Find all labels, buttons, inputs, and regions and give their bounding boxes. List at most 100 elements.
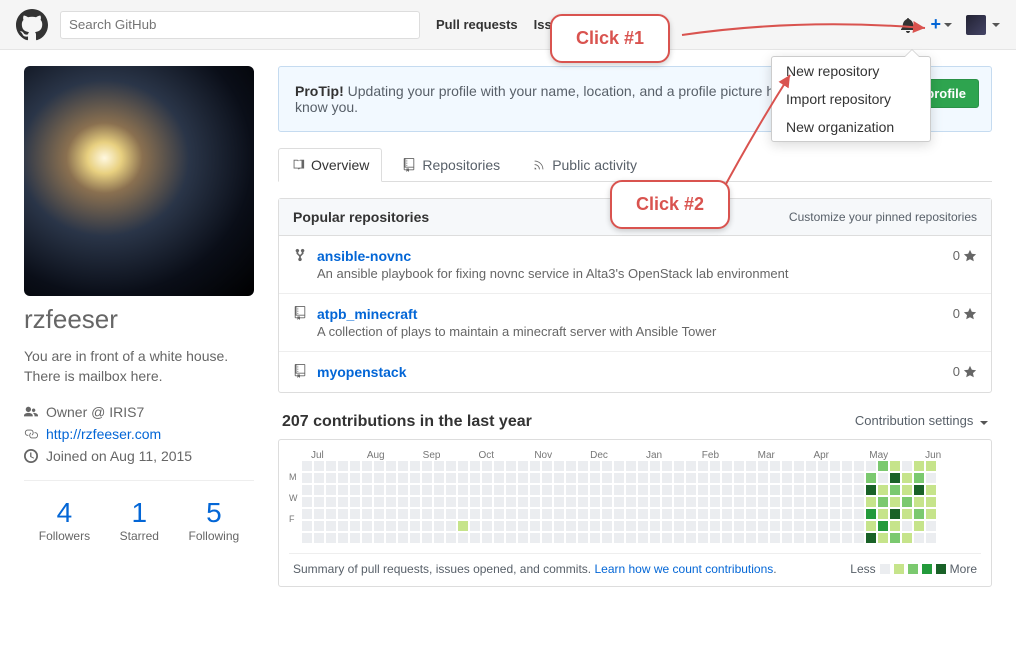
contribution-cell[interactable] <box>458 461 468 471</box>
contribution-cell[interactable] <box>326 485 336 495</box>
contribution-cell[interactable] <box>446 497 456 507</box>
contribution-cell[interactable] <box>554 521 564 531</box>
contribution-cell[interactable] <box>686 521 696 531</box>
contribution-cell[interactable] <box>878 485 888 495</box>
contribution-cell[interactable] <box>794 485 804 495</box>
contribution-cell[interactable] <box>506 509 516 519</box>
contribution-cell[interactable] <box>362 509 372 519</box>
contribution-cell[interactable] <box>746 509 756 519</box>
contribution-cell[interactable] <box>710 509 720 519</box>
tab-repositories[interactable]: Repositories <box>390 148 512 181</box>
contribution-cell[interactable] <box>446 509 456 519</box>
contribution-cell[interactable] <box>902 521 912 531</box>
contribution-cell[interactable] <box>614 509 624 519</box>
contribution-cell[interactable] <box>554 509 564 519</box>
contribution-cell[interactable] <box>374 533 384 543</box>
contribution-cell[interactable] <box>890 521 900 531</box>
contribution-cell[interactable] <box>878 473 888 483</box>
contribution-cell[interactable] <box>398 497 408 507</box>
contribution-cell[interactable] <box>878 533 888 543</box>
contribution-cell[interactable] <box>446 521 456 531</box>
contribution-cell[interactable] <box>806 533 816 543</box>
contribution-cell[interactable] <box>842 473 852 483</box>
contribution-cell[interactable] <box>422 497 432 507</box>
contribution-cell[interactable] <box>566 521 576 531</box>
contribution-cell[interactable] <box>650 485 660 495</box>
contribution-cell[interactable] <box>410 509 420 519</box>
contribution-cell[interactable] <box>926 509 936 519</box>
contribution-cell[interactable] <box>506 533 516 543</box>
contribution-cell[interactable] <box>530 521 540 531</box>
contribution-cell[interactable] <box>854 521 864 531</box>
repo-link[interactable]: ansible-novnc <box>317 248 411 264</box>
contribution-cell[interactable] <box>434 461 444 471</box>
contribution-cell[interactable] <box>638 521 648 531</box>
contribution-cell[interactable] <box>770 533 780 543</box>
contribution-cell[interactable] <box>686 485 696 495</box>
contribution-cell[interactable] <box>650 461 660 471</box>
contribution-cell[interactable] <box>782 473 792 483</box>
contribution-cell[interactable] <box>578 485 588 495</box>
contribution-cell[interactable] <box>518 485 528 495</box>
contribution-cell[interactable] <box>590 473 600 483</box>
contribution-cell[interactable] <box>746 521 756 531</box>
contribution-cell[interactable] <box>470 485 480 495</box>
contribution-cell[interactable] <box>482 521 492 531</box>
contribution-settings-link[interactable]: Contribution settings <box>855 413 988 431</box>
user-menu-button[interactable] <box>966 15 1000 35</box>
contribution-cell[interactable] <box>410 461 420 471</box>
contribution-cell[interactable] <box>770 509 780 519</box>
contribution-cell[interactable] <box>818 497 828 507</box>
contribution-cell[interactable] <box>926 485 936 495</box>
contribution-cell[interactable] <box>542 485 552 495</box>
contribution-cell[interactable] <box>902 485 912 495</box>
contribution-cell[interactable] <box>818 485 828 495</box>
contribution-cell[interactable] <box>602 533 612 543</box>
contribution-cell[interactable] <box>326 521 336 531</box>
contribution-cell[interactable] <box>818 473 828 483</box>
contribution-cell[interactable] <box>482 473 492 483</box>
contribution-cell[interactable] <box>554 461 564 471</box>
contribution-cell[interactable] <box>326 497 336 507</box>
contribution-cell[interactable] <box>458 509 468 519</box>
contribution-cell[interactable] <box>362 533 372 543</box>
learn-contributions-link[interactable]: Learn how we count contributions <box>594 562 773 576</box>
contribution-cell[interactable] <box>482 509 492 519</box>
contribution-cell[interactable] <box>794 521 804 531</box>
contribution-cell[interactable] <box>458 533 468 543</box>
contribution-cell[interactable] <box>302 473 312 483</box>
contribution-cell[interactable] <box>302 533 312 543</box>
contribution-cell[interactable] <box>578 497 588 507</box>
contribution-cell[interactable] <box>386 533 396 543</box>
contribution-cell[interactable] <box>362 521 372 531</box>
tab-public-activity[interactable]: Public activity <box>520 148 649 181</box>
contribution-cell[interactable] <box>698 533 708 543</box>
contribution-cell[interactable] <box>818 461 828 471</box>
contribution-cell[interactable] <box>302 509 312 519</box>
contribution-cell[interactable] <box>350 497 360 507</box>
contribution-cell[interactable] <box>590 485 600 495</box>
contribution-cell[interactable] <box>626 509 636 519</box>
contribution-cell[interactable] <box>338 461 348 471</box>
contribution-cell[interactable] <box>770 461 780 471</box>
contribution-cell[interactable] <box>614 533 624 543</box>
contribution-cell[interactable] <box>926 521 936 531</box>
contribution-cell[interactable] <box>806 473 816 483</box>
contribution-cell[interactable] <box>854 509 864 519</box>
contribution-cell[interactable] <box>518 461 528 471</box>
contribution-cell[interactable] <box>842 497 852 507</box>
contribution-cell[interactable] <box>314 533 324 543</box>
contribution-cell[interactable] <box>350 509 360 519</box>
contribution-cell[interactable] <box>674 485 684 495</box>
contribution-cell[interactable] <box>638 533 648 543</box>
contribution-cell[interactable] <box>722 497 732 507</box>
contribution-cell[interactable] <box>422 461 432 471</box>
contribution-cell[interactable] <box>830 485 840 495</box>
contribution-cell[interactable] <box>818 521 828 531</box>
contribution-cell[interactable] <box>698 485 708 495</box>
contribution-cell[interactable] <box>446 473 456 483</box>
contribution-cell[interactable] <box>470 461 480 471</box>
contribution-cell[interactable] <box>530 461 540 471</box>
contribution-cell[interactable] <box>662 497 672 507</box>
contribution-cell[interactable] <box>794 533 804 543</box>
